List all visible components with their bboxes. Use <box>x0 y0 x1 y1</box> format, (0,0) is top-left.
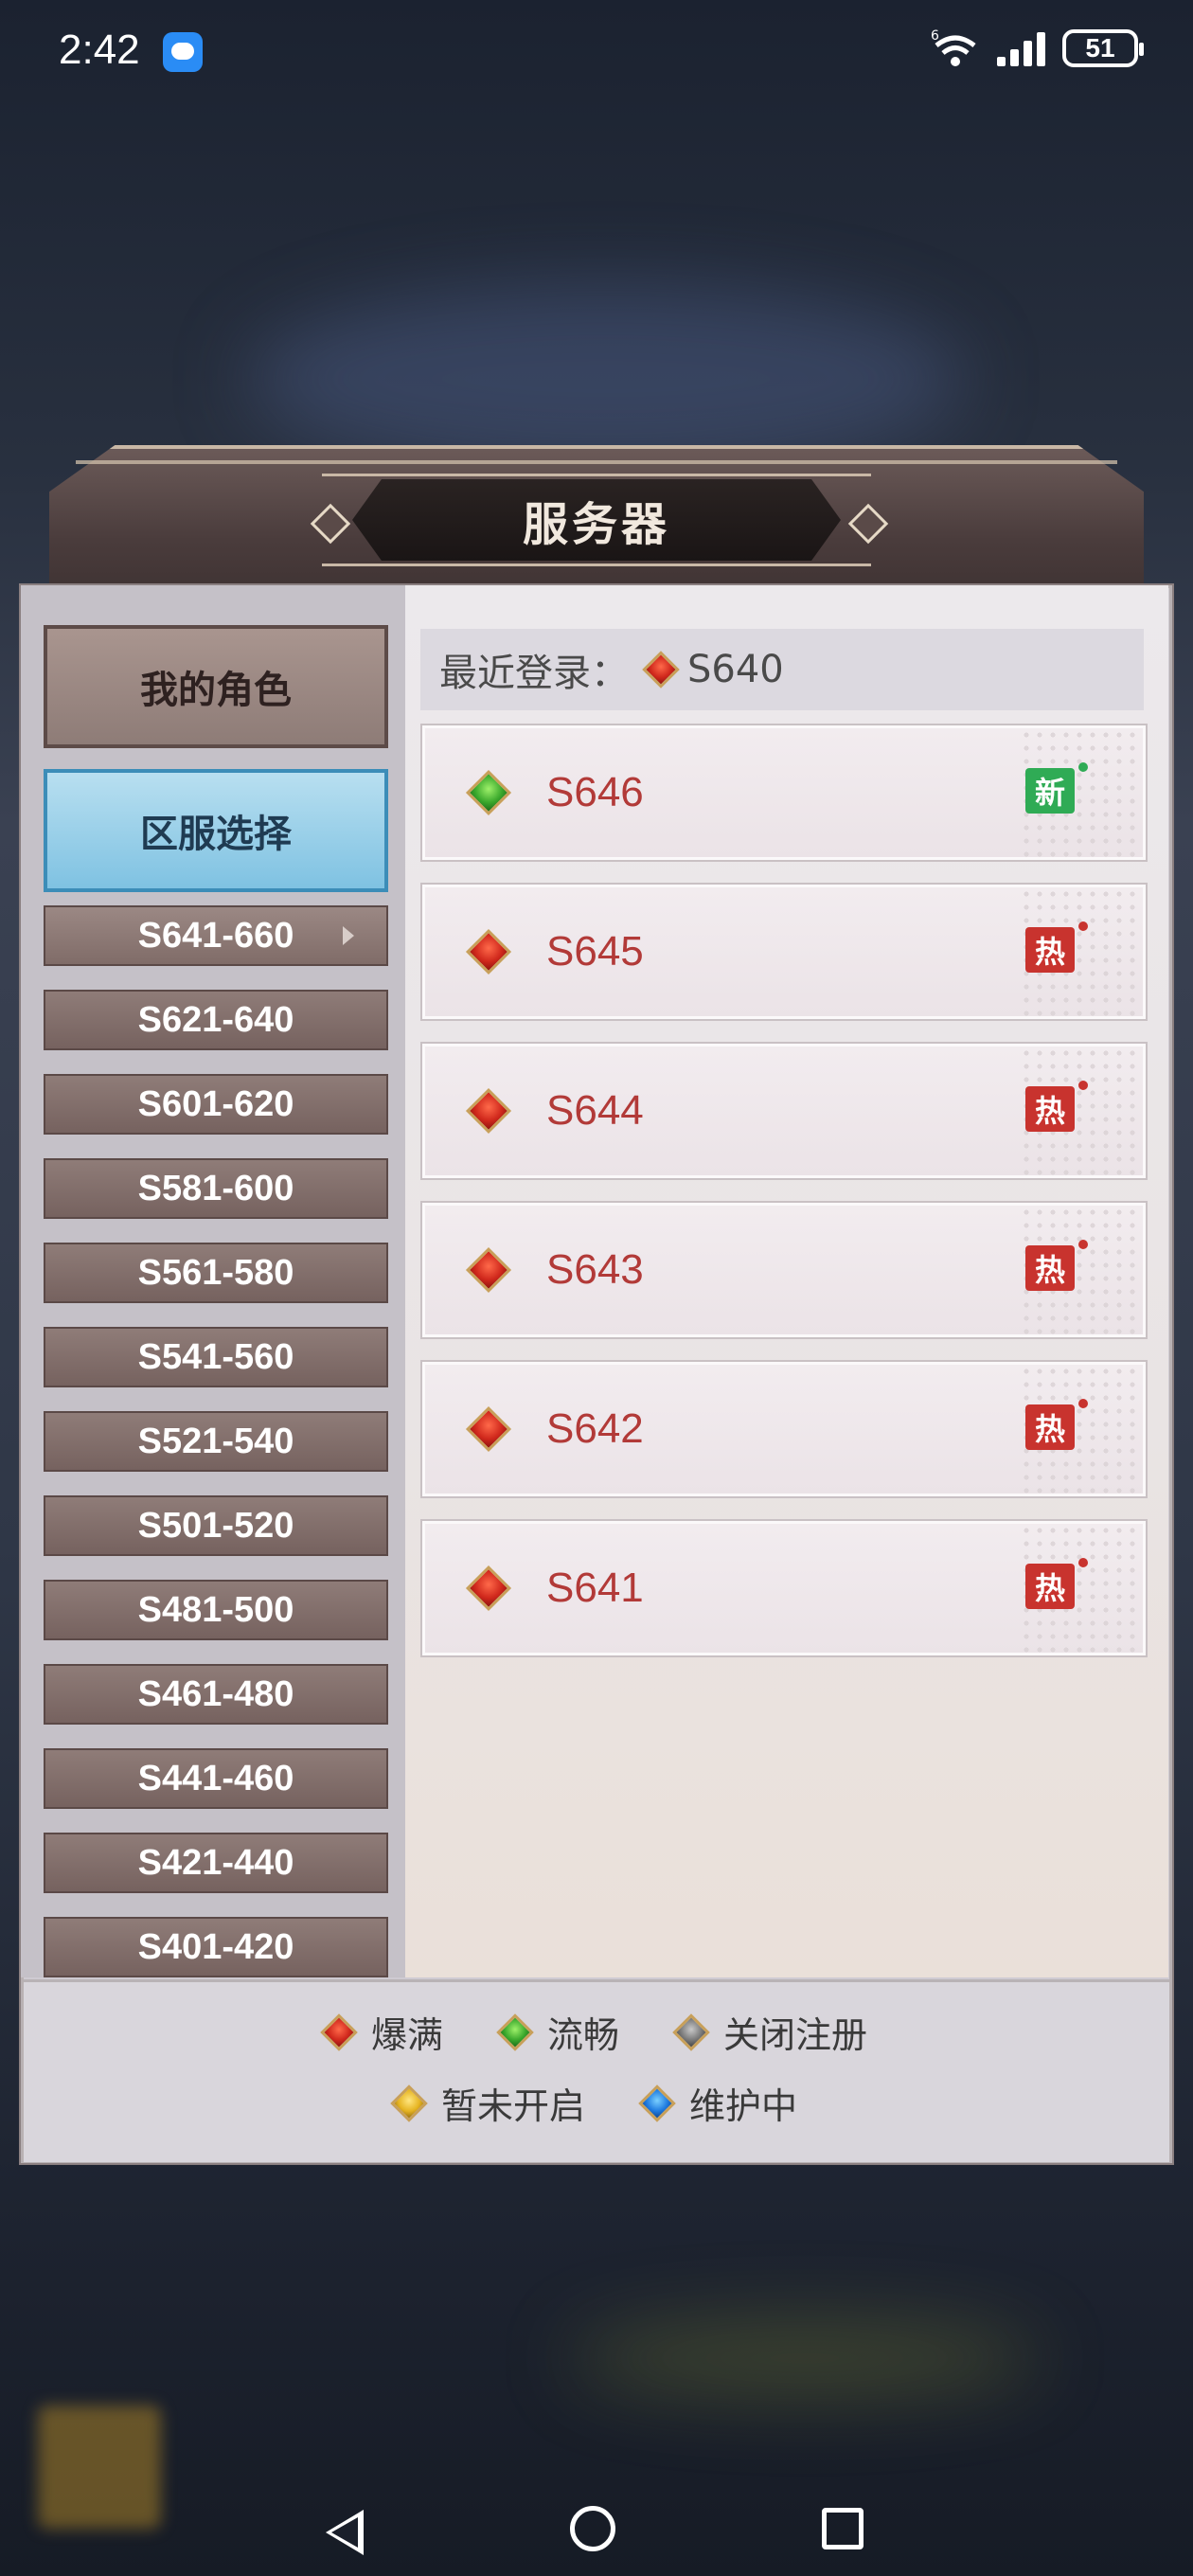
background-glow <box>568 2320 1042 2396</box>
server-name: S646 <box>546 769 644 815</box>
server-name: S641 <box>546 1565 644 1611</box>
status-icons: 6 51 <box>931 27 1144 70</box>
range-label: S501-520 <box>137 1505 294 1546</box>
legend-closed: 关闭注册 <box>672 2006 868 2058</box>
my-role-button[interactable]: 我的角色 <box>44 625 388 748</box>
status-full-gem-icon <box>320 2012 358 2051</box>
range-button[interactable]: S521-540 <box>44 1411 388 1472</box>
status-smooth-gem-icon <box>465 769 512 816</box>
server-card[interactable]: S645 热 <box>420 883 1148 1021</box>
range-button[interactable]: S621-640 <box>44 990 388 1050</box>
wifi-icon: 6 <box>931 27 980 70</box>
legend-full: 爆满 <box>320 2006 443 2058</box>
my-role-label: 我的角色 <box>140 669 292 712</box>
range-button[interactable]: S401-420 <box>44 1917 388 1977</box>
server-list: S646 新 S645 热 S644 热 S643 热 S642 热 S641 … <box>420 724 1148 1680</box>
battery-icon: 51 <box>1062 29 1144 67</box>
recent-login-label: 最近登录： <box>439 652 629 695</box>
status-full-gem-icon <box>465 1405 512 1453</box>
title-plate: 服务器 <box>352 479 841 561</box>
panel-title: 服务器 <box>522 498 670 551</box>
status-full-gem-icon <box>465 1246 512 1294</box>
server-name: S644 <box>546 1087 644 1134</box>
range-button[interactable]: S481-500 <box>44 1580 388 1640</box>
range-label: S641-660 <box>137 915 294 956</box>
recent-apps-icon[interactable] <box>822 2508 864 2549</box>
network-type-label: 6 <box>931 28 939 44</box>
server-card[interactable]: S641 热 <box>420 1519 1148 1657</box>
zone-select-label: 区服选择 <box>140 813 292 856</box>
server-range-list: S641-660 S621-640 S601-620 S581-600 S561… <box>44 905 388 2001</box>
range-label: S461-480 <box>137 1673 294 1714</box>
legend-not-open: 暂未开启 <box>390 2077 585 2129</box>
zone-select-button[interactable]: 区服选择 <box>44 769 388 892</box>
legend-label: 暂未开启 <box>440 2085 585 2127</box>
arrow-right-icon <box>343 926 354 945</box>
home-icon[interactable] <box>570 2506 615 2551</box>
range-label: S561-580 <box>137 1252 294 1293</box>
header-divider <box>76 460 1117 464</box>
range-button[interactable]: S581-600 <box>44 1158 388 1219</box>
status-legend: 爆满 流畅 关闭注册 暂未开启 维护中 <box>24 2006 1169 2148</box>
range-label: S521-540 <box>137 1421 294 1461</box>
message-notification-icon <box>163 32 203 72</box>
recent-login-bar[interactable]: 最近登录： S640 <box>420 629 1144 710</box>
range-button[interactable]: S501-520 <box>44 1495 388 1556</box>
server-card[interactable]: S642 热 <box>420 1360 1148 1498</box>
navigation-bar <box>0 2481 1193 2576</box>
hot-tag-icon: 热 <box>1025 1399 1088 1450</box>
range-button[interactable]: S561-580 <box>44 1243 388 1303</box>
legend-label: 流畅 <box>546 2014 619 2056</box>
signal-icon <box>997 30 1045 66</box>
legend-label: 爆满 <box>370 2014 443 2056</box>
legend-label: 维护中 <box>689 2085 798 2127</box>
hot-tag-icon: 热 <box>1025 1558 1088 1609</box>
status-full-gem-icon <box>465 928 512 975</box>
range-label: S481-500 <box>137 1589 294 1630</box>
battery-level: 51 <box>1085 33 1115 63</box>
status-full-gem-icon <box>465 1565 512 1612</box>
range-button[interactable]: S601-620 <box>44 1074 388 1135</box>
legend-label: 关闭注册 <box>723 2014 868 2056</box>
new-tag-icon: 新 <box>1025 762 1088 814</box>
range-label: S441-460 <box>137 1758 294 1798</box>
status-full-gem-icon <box>465 1087 512 1135</box>
server-card[interactable]: S643 热 <box>420 1201 1148 1339</box>
range-label: S621-640 <box>137 999 294 1040</box>
status-full-gem-icon <box>642 651 680 689</box>
hot-tag-icon: 热 <box>1025 921 1088 973</box>
status-smooth-gem-icon <box>496 2012 534 2051</box>
range-label: S401-420 <box>137 1926 294 1967</box>
status-closed-gem-icon <box>672 2012 710 2051</box>
range-label: S541-560 <box>137 1336 294 1377</box>
status-not-open-gem-icon <box>390 2084 428 2122</box>
hot-tag-icon: 热 <box>1025 1240 1088 1291</box>
range-label: S421-440 <box>137 1842 294 1883</box>
server-card[interactable]: S646 新 <box>420 724 1148 862</box>
range-label: S581-600 <box>137 1168 294 1208</box>
range-button[interactable]: S541-560 <box>44 1327 388 1387</box>
server-name: S642 <box>546 1405 644 1452</box>
status-maintenance-gem-icon <box>638 2084 676 2122</box>
server-name: S645 <box>546 928 644 975</box>
server-name: S643 <box>546 1246 644 1293</box>
range-button[interactable]: S461-480 <box>44 1664 388 1725</box>
range-label: S601-620 <box>137 1083 294 1124</box>
range-button[interactable]: S641-660 <box>44 905 388 966</box>
back-icon[interactable] <box>326 2510 364 2555</box>
range-button[interactable]: S441-460 <box>44 1748 388 1809</box>
status-bar: 2:42 6 51 <box>0 0 1193 104</box>
hot-tag-icon: 热 <box>1025 1081 1088 1132</box>
server-card[interactable]: S644 热 <box>420 1042 1148 1180</box>
legend-smooth: 流畅 <box>496 2006 619 2058</box>
recent-server-name: S640 <box>687 648 784 691</box>
status-time: 2:42 <box>59 27 140 73</box>
legend-maintenance: 维护中 <box>638 2077 798 2129</box>
range-button[interactable]: S421-440 <box>44 1833 388 1893</box>
